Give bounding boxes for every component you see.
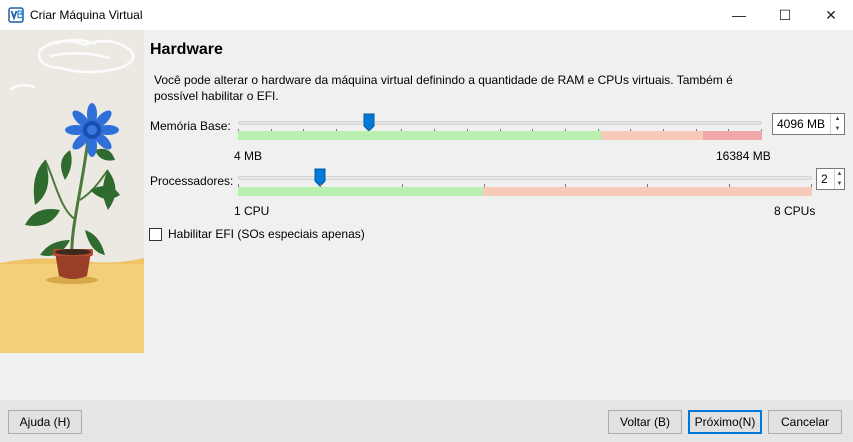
cancel-button[interactable]: Cancelar [768, 410, 842, 434]
enable-efi-label[interactable]: Habilitar EFI (SOs especiais apenas) [168, 227, 365, 241]
spin-down-icon[interactable]: ▼ [835, 179, 844, 189]
page-title: Hardware [150, 41, 223, 58]
processors-value: 2 [821, 172, 828, 186]
close-icon: ✕ [825, 6, 837, 23]
processors-spin-arrows[interactable]: ▲ ▼ [834, 169, 844, 189]
help-button[interactable]: Ajuda (H) [8, 410, 82, 434]
hardware-page: Hardware Você pode alterar o hardware da… [144, 30, 853, 400]
memory-max-label: 16384 MB [716, 149, 771, 163]
title-bar: Criar Máquina Virtual — ☐ ✕ [0, 0, 853, 30]
memory-spinbox[interactable]: 4096 MB ▲ ▼ [772, 113, 845, 135]
slider-groove [238, 121, 762, 125]
memory-range-zones [238, 131, 762, 140]
processors-spinbox[interactable]: 2 ▲ ▼ [816, 168, 845, 190]
memory-min-label: 4 MB [234, 149, 263, 163]
processors-range-zones [238, 187, 812, 196]
virtualbox-app-icon [8, 7, 24, 23]
spin-down-icon[interactable]: ▼ [831, 124, 844, 134]
processors-max-label: 8 CPUs [774, 204, 816, 218]
back-button[interactable]: Voltar (B) [608, 410, 682, 434]
dialog-button-bar: Ajuda (H) Voltar (B) Próximo(N) Cancelar [0, 400, 853, 442]
spin-up-icon[interactable]: ▲ [835, 169, 844, 179]
memory-zone-safe [238, 131, 602, 140]
spin-up-icon[interactable]: ▲ [831, 114, 844, 124]
memory-spin-arrows[interactable]: ▲ ▼ [830, 114, 844, 134]
potted-flower-illustration [0, 30, 144, 353]
maximize-icon: ☐ [778, 6, 792, 23]
processors-label: Processadores: [150, 174, 234, 188]
memory-zone-danger [703, 131, 762, 140]
cpu-zone-safe [238, 187, 483, 196]
maximize-button[interactable]: ☐ [762, 0, 808, 30]
memory-value: 4096 MB [777, 117, 826, 131]
window-title: Criar Máquina Virtual [30, 8, 143, 22]
cpu-zone-warning [482, 187, 812, 196]
minimize-icon: — [732, 7, 746, 23]
minimize-button[interactable]: — [716, 0, 762, 30]
processors-min-label: 1 CPU [234, 204, 270, 218]
memory-zone-warning [601, 131, 704, 140]
base-memory-label: Memória Base: [150, 119, 231, 133]
wizard-illustration [0, 30, 144, 353]
page-description: Você pode alterar o hardware da máquina … [154, 73, 733, 103]
next-button[interactable]: Próximo(N) [688, 410, 762, 434]
close-button[interactable]: ✕ [808, 0, 853, 30]
enable-efi-checkbox[interactable] [149, 227, 162, 241]
enable-efi-option[interactable]: Habilitar EFI (SOs especiais apenas) [149, 227, 365, 241]
